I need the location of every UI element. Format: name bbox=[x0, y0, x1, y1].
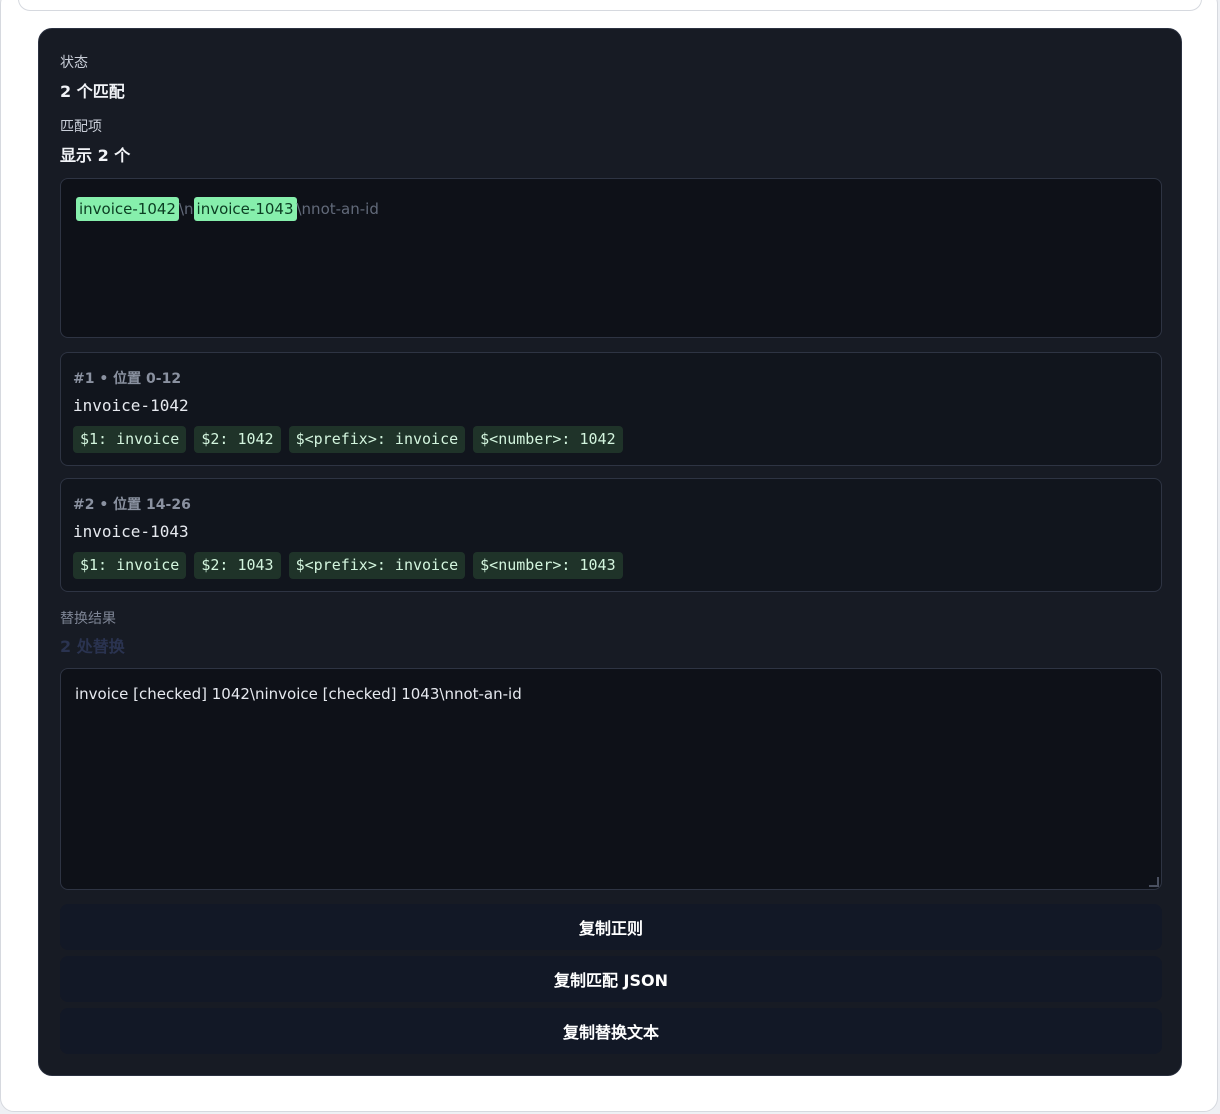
match-card: #1 • 位置 0-12 invoice-1042 $1: invoice $2… bbox=[60, 352, 1162, 466]
copy-replace-button[interactable]: 复制替换文本 bbox=[60, 1008, 1162, 1054]
group-chip: $2: 1043 bbox=[194, 552, 281, 579]
match-text: invoice-1042 bbox=[73, 396, 189, 415]
matches-count: 显示 2 个 bbox=[60, 146, 131, 165]
group-chip: $<number>: 1042 bbox=[473, 426, 623, 453]
matches-label: 匹配项 bbox=[60, 119, 102, 135]
match-card: #2 • 位置 14-26 invoice-1043 $1: invoice $… bbox=[60, 478, 1162, 592]
group-chip: $2: 1042 bbox=[194, 426, 281, 453]
replace-label: 替换结果 bbox=[60, 611, 116, 627]
group-chip: $1: invoice bbox=[73, 426, 187, 453]
status-value: 2 个匹配 bbox=[60, 82, 125, 101]
copy-json-button[interactable]: 复制匹配 JSON bbox=[60, 956, 1162, 1002]
match-header: #2 • 位置 14-26 bbox=[73, 497, 191, 513]
resize-handle[interactable] bbox=[1149, 877, 1159, 887]
match-header: #1 • 位置 0-12 bbox=[73, 371, 182, 387]
group-chip: $1: invoice bbox=[73, 552, 187, 579]
preview-separator: \n bbox=[178, 200, 194, 218]
group-chip: $<number>: 1043 bbox=[473, 552, 623, 579]
replace-result-textarea[interactable]: invoice [checked] 1042\ninvoice [checked… bbox=[60, 668, 1162, 890]
match-text: invoice-1043 bbox=[73, 522, 189, 541]
highlight-preview[interactable]: invoice-1042 \n invoice-1043 \nnot-an-id bbox=[60, 178, 1162, 338]
replace-count: 2 处替换 bbox=[60, 637, 125, 656]
preview-rest-text: \nnot-an-id bbox=[296, 200, 379, 218]
status-label: 状态 bbox=[60, 55, 88, 71]
group-chip: $<prefix>: invoice bbox=[288, 552, 466, 579]
group-chip: $<prefix>: invoice bbox=[288, 426, 466, 453]
results-panel: 状态 2 个匹配 匹配项 显示 2 个 invoice-1042 \n invoic… bbox=[38, 28, 1182, 1076]
top-card-edge bbox=[18, 0, 1202, 11]
copy-regex-button[interactable]: 复制正则 bbox=[60, 904, 1162, 950]
highlighted-match: invoice-1042 bbox=[76, 197, 179, 221]
replace-result-text: invoice [checked] 1042\ninvoice [checked… bbox=[75, 685, 522, 703]
highlighted-match: invoice-1043 bbox=[193, 197, 297, 221]
